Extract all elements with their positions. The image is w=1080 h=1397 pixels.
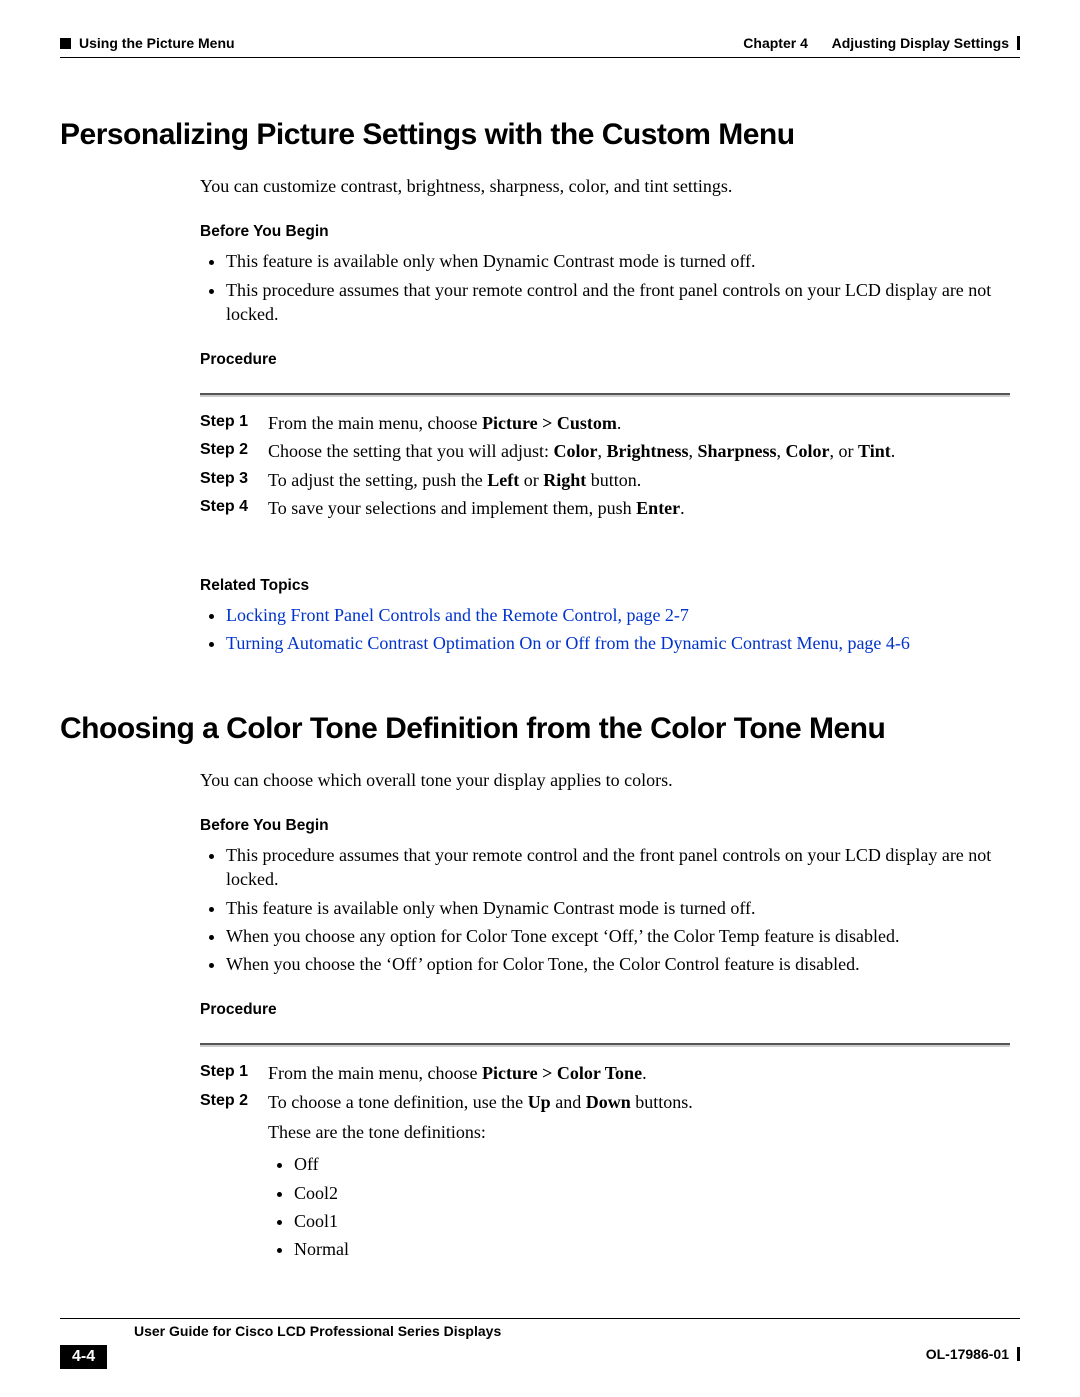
procedure-rule xyxy=(200,1043,1010,1047)
step-label: Step 3 xyxy=(200,468,268,492)
before-you-begin-list: This feature is available only when Dyna… xyxy=(200,249,1010,326)
header-chapter-title: Adjusting Display Settings xyxy=(832,35,1009,51)
header-end-bar-icon xyxy=(1017,36,1020,50)
doc-id-text: OL-17986-01 xyxy=(926,1346,1009,1362)
header-section-name: Using the Picture Menu xyxy=(79,35,235,51)
footer-guide-title: User Guide for Cisco LCD Professional Se… xyxy=(134,1323,501,1339)
related-link[interactable]: Turning Automatic Contrast Optimation On… xyxy=(226,633,910,653)
header-right: Chapter 4 Adjusting Display Settings xyxy=(743,35,1020,51)
procedure-steps: Step 1 From the main menu, choose Pictur… xyxy=(268,1061,1010,1265)
header-rule xyxy=(60,57,1020,58)
step2-continuation: These are the tone definitions: xyxy=(268,1120,693,1144)
step-row: Step 1 From the main menu, choose Pictur… xyxy=(268,411,1010,435)
step-row: Step 3 To adjust the setting, push the L… xyxy=(268,468,1010,492)
list-item: Cool1 xyxy=(294,1209,693,1233)
square-bullet-icon xyxy=(60,38,71,49)
list-item: This feature is available only when Dyna… xyxy=(226,249,1010,273)
step-content: To choose a tone definition, use the Up … xyxy=(268,1090,693,1266)
section1-intro: You can customize contrast, brightness, … xyxy=(200,174,1010,198)
procedure-heading: Procedure xyxy=(200,350,1010,371)
section2-body: You can choose which overall tone your d… xyxy=(200,768,1010,1266)
list-item: Off xyxy=(294,1152,693,1176)
list-item: Cool2 xyxy=(294,1181,693,1205)
header-left: Using the Picture Menu xyxy=(60,35,235,51)
list-item: Locking Front Panel Controls and the Rem… xyxy=(226,603,1010,627)
before-you-begin-heading: Before You Begin xyxy=(200,222,1010,243)
footer-title-row: User Guide for Cisco LCD Professional Se… xyxy=(60,1323,1020,1339)
header-chapter-label: Chapter 4 xyxy=(743,35,808,51)
step-content: To adjust the setting, push the Left or … xyxy=(268,468,641,492)
procedure-steps: Step 1 From the main menu, choose Pictur… xyxy=(268,411,1010,520)
tone-definitions-list: Off Cool2 Cool1 Normal xyxy=(268,1152,693,1261)
step-content: Choose the setting that you will adjust:… xyxy=(268,439,895,463)
step-label: Step 2 xyxy=(200,1090,268,1266)
step-label: Step 1 xyxy=(200,1061,268,1085)
step-row: Step 2 Choose the setting that you will … xyxy=(268,439,1010,463)
related-topics-heading: Related Topics xyxy=(200,576,1010,597)
list-item: When you choose the ‘Off’ option for Col… xyxy=(226,952,1010,976)
procedure-heading: Procedure xyxy=(200,1000,1010,1021)
step-content: From the main menu, choose Picture > Cus… xyxy=(268,411,621,435)
footer-rule xyxy=(60,1318,1020,1319)
step-label: Step 2 xyxy=(200,439,268,463)
step-row: Step 4 To save your selections and imple… xyxy=(268,496,1010,520)
list-item: When you choose any option for Color Ton… xyxy=(226,924,1010,948)
page-number-box: 4-4 xyxy=(60,1345,107,1369)
doc-id: OL-17986-01 xyxy=(926,1346,1020,1362)
section1-body: You can customize contrast, brightness, … xyxy=(200,174,1010,656)
before-you-begin-heading: Before You Begin xyxy=(200,816,1010,837)
document-page: Using the Picture Menu Chapter 4 Adjusti… xyxy=(0,0,1080,1397)
step-content: To save your selections and implement th… xyxy=(268,496,685,520)
step-content: From the main menu, choose Picture > Col… xyxy=(268,1061,647,1085)
procedure-rule xyxy=(200,393,1010,397)
list-item: Turning Automatic Contrast Optimation On… xyxy=(226,631,1010,655)
related-topics-list: Locking Front Panel Controls and the Rem… xyxy=(200,603,1010,656)
step-row: Step 1 From the main menu, choose Pictur… xyxy=(268,1061,1010,1085)
list-item: This feature is available only when Dyna… xyxy=(226,896,1010,920)
step-row: Step 2 To choose a tone definition, use … xyxy=(268,1090,1010,1266)
related-link[interactable]: Locking Front Panel Controls and the Rem… xyxy=(226,605,689,625)
section1-heading: Personalizing Picture Settings with the … xyxy=(60,118,1020,152)
page-header: Using the Picture Menu Chapter 4 Adjusti… xyxy=(60,35,1020,51)
list-item: This procedure assumes that your remote … xyxy=(226,278,1010,327)
footer-bottom-row: 4-4 OL-17986-01 xyxy=(60,1339,1020,1369)
footer-end-bar-icon xyxy=(1017,1347,1020,1361)
list-item: Normal xyxy=(294,1237,693,1261)
before-you-begin-list: This procedure assumes that your remote … xyxy=(200,843,1010,976)
page-footer: User Guide for Cisco LCD Professional Se… xyxy=(60,1318,1020,1369)
step-label: Step 4 xyxy=(200,496,268,520)
page-number: 4-4 xyxy=(60,1345,107,1369)
step-label: Step 1 xyxy=(200,411,268,435)
list-item: This procedure assumes that your remote … xyxy=(226,843,1010,892)
section2-intro: You can choose which overall tone your d… xyxy=(200,768,1010,792)
section2-heading: Choosing a Color Tone Definition from th… xyxy=(60,712,1020,746)
